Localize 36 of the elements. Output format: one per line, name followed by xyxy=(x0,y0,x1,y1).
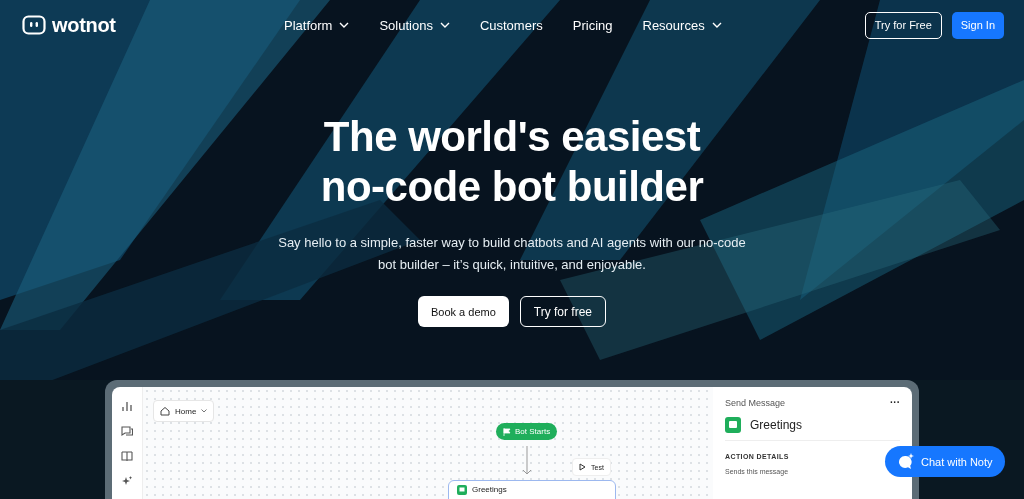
panel-heading: Send Message xyxy=(725,397,786,408)
chevron-down-icon xyxy=(339,22,350,28)
trial-button[interactable]: Try for Free xyxy=(864,11,942,39)
nav-link[interactable]: Resources xyxy=(642,17,722,33)
breadcrumb-label: Home xyxy=(175,406,197,416)
chevron-down-icon xyxy=(711,22,722,28)
play-icon xyxy=(579,463,586,471)
node-label: Greetings xyxy=(472,485,507,494)
panel-title: Greetings xyxy=(750,418,803,432)
chat-icon[interactable] xyxy=(121,425,133,437)
chevron-down-icon xyxy=(439,22,450,28)
chat-widget-button[interactable]: Chat with Noty xyxy=(885,446,1005,477)
home-icon xyxy=(160,406,170,416)
book-icon[interactable] xyxy=(121,450,133,462)
more-button[interactable]: ··· xyxy=(890,397,900,408)
trial-button[interactable]: Try for free xyxy=(519,296,607,327)
brand-name[interactable]: wotnot xyxy=(52,13,116,37)
sparkle-icon[interactable] xyxy=(121,475,133,487)
node-label: Bot Starts xyxy=(515,427,551,436)
chart-icon[interactable] xyxy=(121,400,133,412)
nav-link[interactable]: Platform xyxy=(284,17,350,33)
flag-icon xyxy=(503,427,511,436)
nav-link[interactable]: Solutions xyxy=(379,17,450,33)
message-icon xyxy=(457,485,467,495)
logo-icon[interactable] xyxy=(22,15,46,35)
hero-title: The world's easiest no-code bot builder xyxy=(320,112,704,212)
connector-arrow xyxy=(522,446,532,476)
chevron-down-icon xyxy=(201,409,208,413)
demo-button[interactable]: Book a demo xyxy=(417,296,509,327)
message-icon xyxy=(725,417,741,433)
hero-subtitle: Say hello to a simple, faster way to build chatbots and AI agents with our no-code bot builder – it’s quick, intuitive, and enjoyable. xyxy=(277,234,747,274)
nav-link[interactable]: Pricing xyxy=(572,17,613,33)
nav-link[interactable]: Customers xyxy=(479,17,543,33)
chat-bubble-icon xyxy=(897,452,915,471)
message-node[interactable]: Greetings xyxy=(448,480,616,499)
breadcrumb-dropdown[interactable]: Home xyxy=(153,400,215,422)
